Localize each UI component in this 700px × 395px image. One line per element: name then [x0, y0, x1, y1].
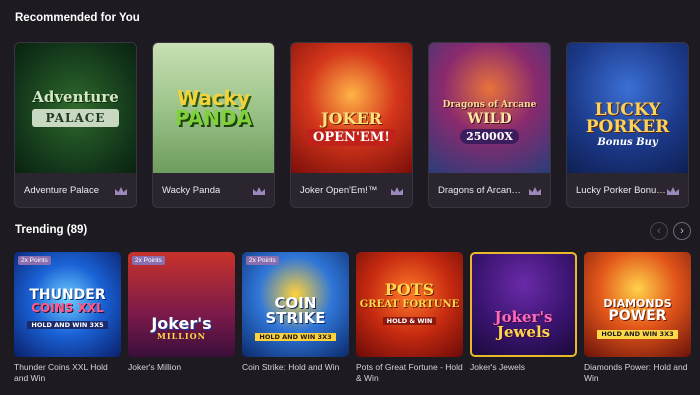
points-badge: 2x Points [132, 256, 165, 265]
game-card-joker-openem[interactable]: JOKER OPEN'EM! Joker Open'Em!™ [290, 42, 413, 208]
thumbnail-subtitle: COINS XXL [31, 300, 104, 315]
game-thumbnail[interactable]: LUCKY PORKER Bonus Buy [567, 43, 688, 173]
game-name[interactable]: Thunder Coins XXL Hold and Win [14, 362, 121, 385]
thumbnail-subtitle: PANDA [174, 106, 253, 130]
game-card-wacky-panda[interactable]: Wacky PANDA Wacky Panda [152, 42, 275, 208]
game-card-diamonds-power[interactable]: DIAMONDS POWER HOLD AND WIN 3X3 Diamonds… [584, 252, 691, 385]
game-thumbnail[interactable]: Joker's Jewels [470, 252, 577, 357]
game-thumbnail[interactable]: POTS GREAT FORTUNE HOLD & WIN [356, 252, 463, 357]
thumbnail-title: POTS [384, 279, 435, 299]
game-name[interactable]: Diamonds Power: Hold and Win [584, 362, 691, 385]
thumbnail-subtitle: PORKER [585, 117, 670, 137]
thumbnail-subtitle: POWER [608, 308, 667, 324]
thumbnail-title: Joker's [151, 313, 212, 333]
trending-games-row: 2x Points THUNDER COINS XXL HOLD AND WIN… [14, 252, 691, 385]
game-thumbnail[interactable]: Dragons of Arcane WILD 25000X [429, 43, 550, 173]
crown-icon [529, 186, 541, 195]
game-card-jokers-million[interactable]: 2x Points Joker's MILLION Joker's Millio… [128, 252, 235, 385]
points-badge: 2x Points [246, 256, 279, 265]
crown-icon [253, 186, 265, 195]
thumbnail-subtitle: STRIKE [265, 308, 326, 327]
thumbnail-tag: Bonus Buy [597, 137, 658, 148]
thumbnail-multiplier: 25000X [460, 129, 519, 144]
game-name[interactable]: Joker's Jewels [470, 362, 577, 373]
chevron-left-icon[interactable]: ‹ [650, 222, 668, 240]
points-badge: 2x Points [18, 256, 51, 265]
thumbnail-title: Adventure [32, 87, 119, 106]
thumbnail-subtitle: Jewels [496, 322, 551, 341]
thumbnail-title: JOKER [321, 108, 382, 128]
game-name[interactable]: Joker Open'Em!™ [300, 185, 377, 196]
game-name[interactable]: Joker's Million [128, 362, 235, 373]
trending-section-title: Trending (89) [15, 224, 88, 236]
game-thumbnail[interactable]: JOKER OPEN'EM! [291, 43, 412, 173]
game-card-dragons-of-arcane[interactable]: Dragons of Arcane WILD 25000X Dragons of… [428, 42, 551, 208]
thumbnail-subtitle: GREAT FORTUNE [359, 298, 460, 310]
thumbnail-subtitle: MILLION [157, 330, 206, 341]
chevron-right-icon[interactable]: › [673, 222, 691, 240]
crown-icon [115, 186, 127, 195]
thumbnail-subtitle: WILD [467, 111, 512, 127]
game-name[interactable]: Adventure Palace [24, 185, 99, 196]
thumbnail-title: Wacky [176, 86, 251, 110]
game-card-coin-strike[interactable]: 2x Points COIN STRIKE HOLD AND WIN 3X3 C… [242, 252, 349, 385]
crown-icon [667, 186, 679, 195]
thumbnail-tag: HOLD AND WIN 3X3 [255, 332, 336, 341]
game-card-thunder-coins[interactable]: 2x Points THUNDER COINS XXL HOLD AND WIN… [14, 252, 121, 385]
thumbnail-tag: HOLD AND WIN 3X5 [27, 320, 108, 329]
crown-icon [391, 186, 403, 195]
game-card-pots-of-great-fortune[interactable]: POTS GREAT FORTUNE HOLD & WIN Pots of Gr… [356, 252, 463, 385]
game-name[interactable]: Coin Strike: Hold and Win [242, 362, 349, 373]
thumbnail-tag: HOLD & WIN [382, 316, 437, 325]
thumbnail-subtitle: OPEN'EM! [307, 128, 396, 146]
game-thumbnail[interactable]: DIAMONDS POWER HOLD AND WIN 3X3 [584, 252, 691, 357]
game-thumbnail[interactable]: 2x Points COIN STRIKE HOLD AND WIN 3X3 [242, 252, 349, 357]
game-thumbnail[interactable]: 2x Points Joker's MILLION [128, 252, 235, 357]
game-card-jokers-jewels[interactable]: Joker's Jewels Joker's Jewels [470, 252, 577, 385]
game-name[interactable]: Lucky Porker Bonu… [576, 185, 666, 196]
thumbnail-title: Dragons of Arcane [442, 100, 537, 110]
thumbnail-title: THUNDER [29, 286, 106, 303]
game-card-adventure-palace[interactable]: Adventure PALACE Adventure Palace [14, 42, 137, 208]
game-card-lucky-porker[interactable]: LUCKY PORKER Bonus Buy Lucky Porker Bonu… [566, 42, 689, 208]
thumbnail-subtitle: PALACE [32, 108, 119, 127]
game-name[interactable]: Pots of Great Fortune - Hold & Win [356, 362, 463, 385]
recommended-games-row: Adventure PALACE Adventure Palace Wacky … [14, 42, 689, 208]
game-thumbnail[interactable]: 2x Points THUNDER COINS XXL HOLD AND WIN… [14, 252, 121, 357]
game-name[interactable]: Dragons of Arcan… [438, 185, 521, 196]
recommended-section-title: Recommended for You [15, 12, 140, 24]
game-thumbnail[interactable]: Wacky PANDA [153, 43, 274, 173]
game-thumbnail[interactable]: Adventure PALACE [15, 43, 136, 173]
thumbnail-tag: HOLD AND WIN 3X3 [597, 330, 678, 339]
game-name[interactable]: Wacky Panda [162, 185, 220, 196]
